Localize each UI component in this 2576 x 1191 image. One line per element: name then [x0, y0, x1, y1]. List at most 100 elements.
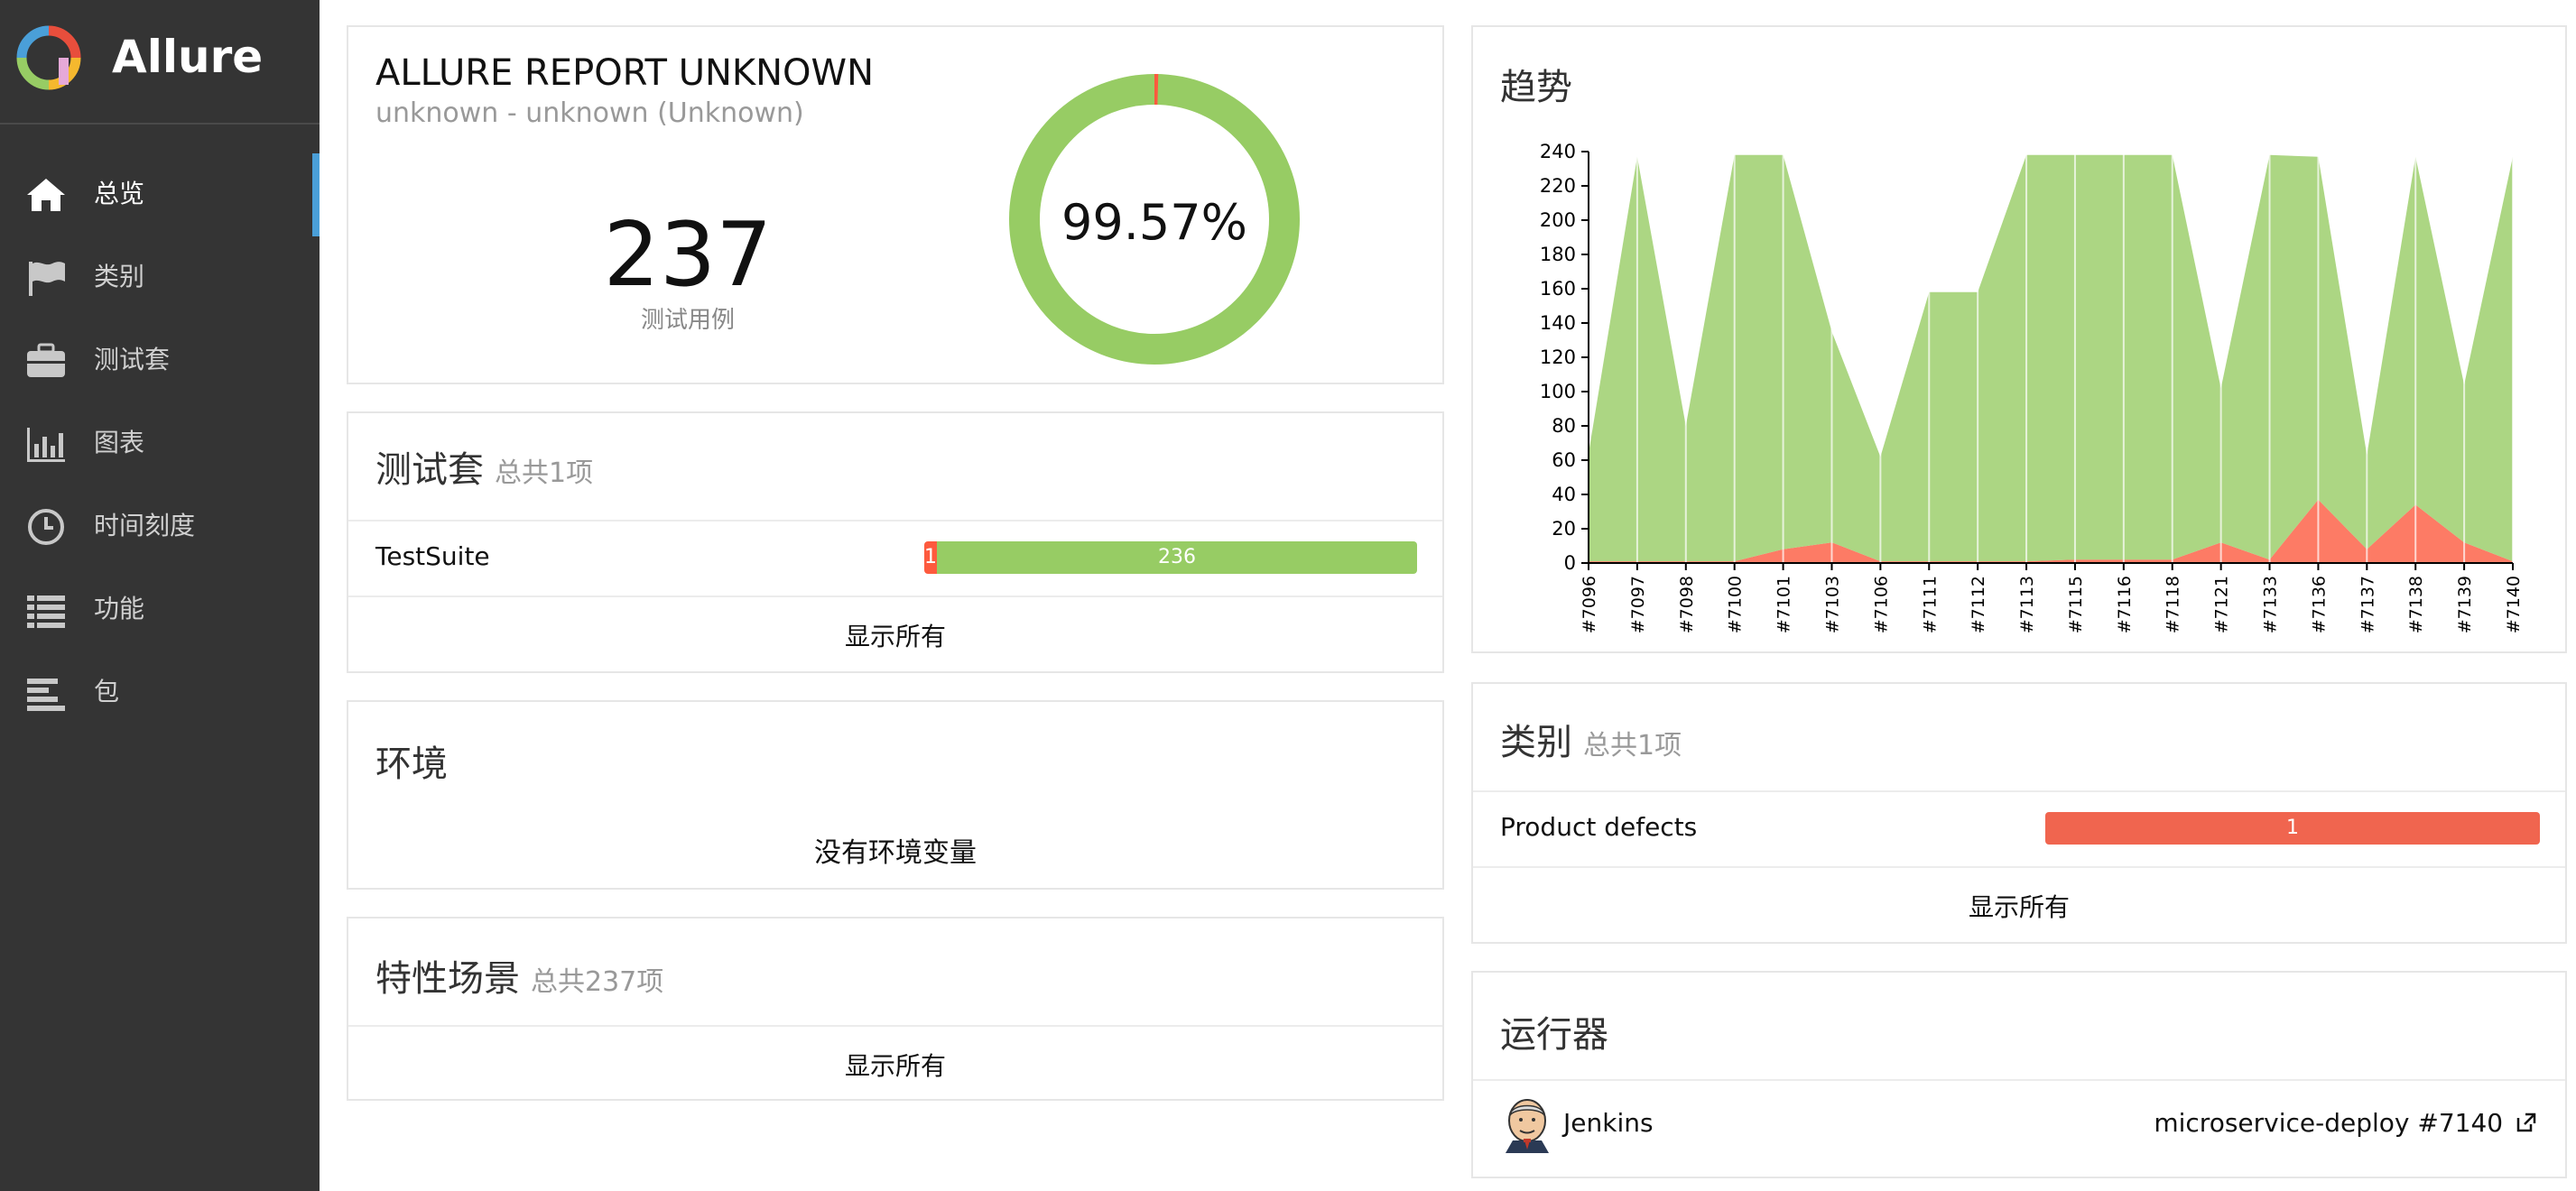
- allure-logo-icon: [16, 25, 81, 90]
- category-failed-segment: 1: [2045, 812, 2540, 845]
- report-title: ALLURE REPORT UNKNOWN: [375, 52, 875, 94]
- sidebar-item-suites[interactable]: 测试套: [0, 319, 320, 402]
- bar-chart-icon: [27, 428, 65, 462]
- sidebar: Allure 总览 类别 测试套 图表 时间刻度 功能 包: [0, 0, 320, 1191]
- trend-widget: 趋势 #7096 #7097 #7098 #7100 #7101 #7103 #7106 #7…: [1471, 25, 2567, 653]
- sidebar-item-label: 功能: [94, 594, 145, 623]
- y-tick-label: 120: [1540, 346, 1576, 368]
- summary-widget: ALLURE REPORT UNKNOWN unknown - unknown …: [347, 25, 1444, 384]
- suites-header: 测试套 总共1项: [375, 440, 593, 493]
- suite-row[interactable]: TestSuite 1 236: [348, 522, 1442, 594]
- categories-show-all-link[interactable]: 显示所有: [1473, 888, 2565, 924]
- category-row[interactable]: Product defects 1: [1473, 792, 2565, 864]
- clock-icon: [28, 509, 64, 545]
- sidebar-item-packages[interactable]: 包: [0, 651, 320, 734]
- x-tick-label: #7115: [2066, 576, 2086, 633]
- x-tick-label: #7103: [1822, 576, 1842, 633]
- x-tick-label: #7113: [2017, 576, 2037, 633]
- active-marker: [312, 153, 320, 236]
- x-tick-label: #7098: [1677, 576, 1697, 633]
- y-tick-label: 60: [1552, 449, 1576, 471]
- x-tick-label: #7137: [2358, 576, 2377, 633]
- x-tick-label: #7138: [2406, 576, 2426, 633]
- suite-failed-segment: 1: [924, 541, 937, 574]
- features-count: 总共237项: [531, 966, 664, 998]
- categories-count: 总共1项: [1583, 730, 1682, 762]
- divider: [348, 596, 1442, 597]
- divider: [1473, 866, 2565, 868]
- x-tick-label: #7111: [1920, 576, 1940, 633]
- x-tick-label: #7101: [1774, 576, 1794, 633]
- brand[interactable]: Allure: [0, 0, 320, 125]
- x-tick-label: #7139: [2455, 576, 2475, 633]
- external-link-icon: [2516, 1113, 2536, 1132]
- sidebar-item-label: 包: [94, 677, 120, 706]
- categories-title: 类别: [1500, 722, 1572, 763]
- align-left-icon: [27, 679, 65, 711]
- y-tick-label: 180: [1540, 244, 1576, 265]
- executor-name: Jenkins: [1563, 1108, 1654, 1138]
- trend-chart[interactable]: #7096 #7097 #7098 #7100 #7101 #7103 #7106 #7111…: [1473, 27, 2565, 651]
- sidebar-item-label: 类别: [94, 262, 145, 291]
- executors-widget: 运行器 Jenkins microservice-deploy #7140: [1471, 971, 2567, 1178]
- test-case-count: 237: [603, 204, 773, 307]
- features-show-all-link[interactable]: 显示所有: [348, 1047, 1442, 1083]
- sidebar-item-label: 总览: [94, 179, 145, 208]
- x-tick-label: #7116: [2115, 576, 2135, 633]
- x-tick-label: #7096: [1580, 576, 1599, 633]
- executor-build-label: microservice-deploy #7140: [2154, 1108, 2504, 1138]
- list-icon: [27, 596, 65, 628]
- y-tick-label: 20: [1552, 518, 1576, 540]
- sidebar-item-label: 时间刻度: [94, 511, 196, 540]
- features-title: 特性场景: [375, 958, 520, 1000]
- suite-name: TestSuite: [375, 541, 490, 571]
- sidebar-item-overview[interactable]: 总览: [0, 153, 320, 236]
- briefcase-icon: [27, 343, 65, 377]
- flag-icon: [29, 262, 65, 296]
- sidebar-item-behaviors[interactable]: 功能: [0, 568, 320, 651]
- features-header: 特性场景 总共237项: [375, 949, 663, 1002]
- suite-status-bar[interactable]: 1 236: [924, 541, 1417, 574]
- sidebar-item-label: 图表: [94, 428, 145, 457]
- y-tick-label: 0: [1564, 552, 1576, 574]
- category-status-bar[interactable]: 1: [2045, 812, 2540, 845]
- report-subtitle: unknown - unknown (Unknown): [375, 97, 804, 129]
- x-tick-label: #7121: [2212, 576, 2232, 633]
- sidebar-item-graphs[interactable]: 图表: [0, 402, 320, 485]
- x-tick-label: #7097: [1628, 576, 1648, 633]
- suites-title: 测试套: [375, 449, 484, 491]
- executors-title: 运行器: [1500, 1014, 1608, 1056]
- sidebar-item-timeline[interactable]: 时间刻度: [0, 485, 320, 568]
- divider: [1473, 1079, 2565, 1081]
- x-tick-label: #7112: [1969, 576, 1988, 633]
- suites-widget: 测试套 总共1项 TestSuite 1 236 显示所有: [347, 411, 1444, 673]
- brand-name: Allure: [112, 31, 264, 83]
- x-tick-label: #7136: [2309, 576, 2329, 633]
- category-name: Product defects: [1500, 812, 1698, 842]
- categories-widget: 类别 总共1项 Product defects 1 显示所有: [1471, 682, 2567, 944]
- suites-count: 总共1项: [495, 457, 594, 489]
- jenkins-avatar-icon: [1506, 1099, 1549, 1153]
- divider: [348, 1025, 1442, 1027]
- sidebar-item-categories[interactable]: 类别: [0, 236, 320, 319]
- y-tick-label: 200: [1540, 209, 1576, 231]
- features-widget: 特性场景 总共237项 显示所有: [347, 917, 1444, 1101]
- home-icon: [27, 179, 65, 211]
- x-tick-label: #7140: [2504, 576, 2524, 633]
- categories-header: 类别 总共1项: [1500, 713, 1682, 765]
- y-tick-label: 220: [1540, 175, 1576, 197]
- environment-widget: 环境 没有环境变量: [347, 700, 1444, 890]
- environment-title: 环境: [375, 743, 448, 785]
- executor-build-link[interactable]: microservice-deploy #7140: [2154, 1108, 2538, 1138]
- sidebar-item-label: 测试套: [94, 345, 171, 374]
- x-tick-label: #7118: [2164, 576, 2183, 633]
- environment-empty-text: 没有环境变量: [814, 837, 977, 869]
- y-tick-label: 240: [1540, 141, 1576, 162]
- suite-passed-segment: 236: [937, 541, 1417, 574]
- y-tick-label: 160: [1540, 278, 1576, 300]
- x-tick-label: #7133: [2261, 576, 2281, 633]
- suites-show-all-link[interactable]: 显示所有: [348, 617, 1442, 653]
- y-tick-label: 80: [1552, 415, 1576, 437]
- y-tick-label: 40: [1552, 484, 1576, 505]
- x-tick-label: #7106: [1871, 576, 1891, 633]
